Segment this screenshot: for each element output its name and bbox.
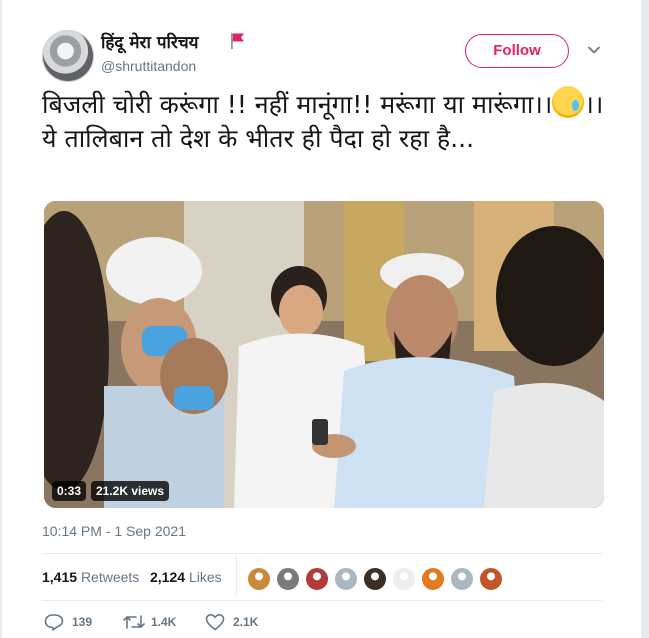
- like-count: 2.1K: [233, 615, 259, 629]
- liker-avatar-7[interactable]: [420, 566, 446, 592]
- like-button[interactable]: 2.1K: [205, 612, 275, 632]
- tweet-text: बिजली चोरी करूंगा !! नहीं मानूंगा!! मरूं…: [42, 86, 612, 156]
- crying-face-icon: [552, 86, 585, 118]
- window-edge-right: [641, 0, 649, 638]
- liker-avatar-2[interactable]: [275, 566, 301, 592]
- user-handle[interactable]: @shruttitandon: [101, 58, 196, 74]
- likes-count: 2,124: [150, 569, 186, 585]
- liker-avatar-3[interactable]: [304, 566, 330, 592]
- divider-top: [42, 553, 602, 554]
- liker-avatar-4[interactable]: [333, 566, 359, 592]
- divider-bottom: [42, 600, 602, 601]
- liker-avatar-9[interactable]: [478, 566, 504, 592]
- stats-separator: [236, 555, 237, 595]
- video-duration: 0:33: [52, 481, 87, 501]
- tweet-timestamp[interactable]: 10:14 PM - 1 Sep 2021: [42, 523, 186, 539]
- retweets-count: 1,415: [42, 569, 78, 585]
- display-name[interactable]: हिंदू मेरा परिचय: [101, 30, 198, 53]
- retweets-stat[interactable]: 1,415 Retweets: [42, 569, 139, 585]
- chevron-down-icon[interactable]: [587, 43, 601, 57]
- retweet-button[interactable]: 1.4K: [123, 612, 193, 632]
- video-player[interactable]: 0:33 21.2K views: [44, 201, 604, 508]
- liker-avatar-6[interactable]: [391, 566, 417, 592]
- liker-avatar-1[interactable]: [246, 566, 272, 592]
- tweet-card: हिंदू मेरा परिचय @shruttitandon Follow ब…: [2, 0, 641, 638]
- liker-avatar-5[interactable]: [362, 566, 388, 592]
- retweet-count: 1.4K: [151, 615, 177, 629]
- follow-button[interactable]: Follow: [465, 34, 569, 68]
- likes-label: Likes: [188, 569, 222, 585]
- flag-icon: [231, 33, 244, 49]
- reply-icon: [44, 614, 64, 631]
- liker-avatar-8[interactable]: [449, 566, 475, 592]
- video-frame-image: [44, 201, 604, 508]
- video-views: 21.2K views: [91, 481, 170, 501]
- profile-avatar[interactable]: [42, 30, 94, 82]
- tweet-text-part-1: बिजली चोरी करूंगा !! नहीं मानूंगा!! मरूं…: [42, 90, 553, 119]
- heart-icon: [205, 614, 225, 631]
- reply-button[interactable]: 139: [44, 612, 114, 632]
- reply-count: 139: [72, 615, 93, 629]
- retweets-label: Retweets: [80, 569, 140, 585]
- likes-stat[interactable]: 2,124 Likes: [150, 569, 222, 585]
- retweet-icon: [123, 615, 145, 629]
